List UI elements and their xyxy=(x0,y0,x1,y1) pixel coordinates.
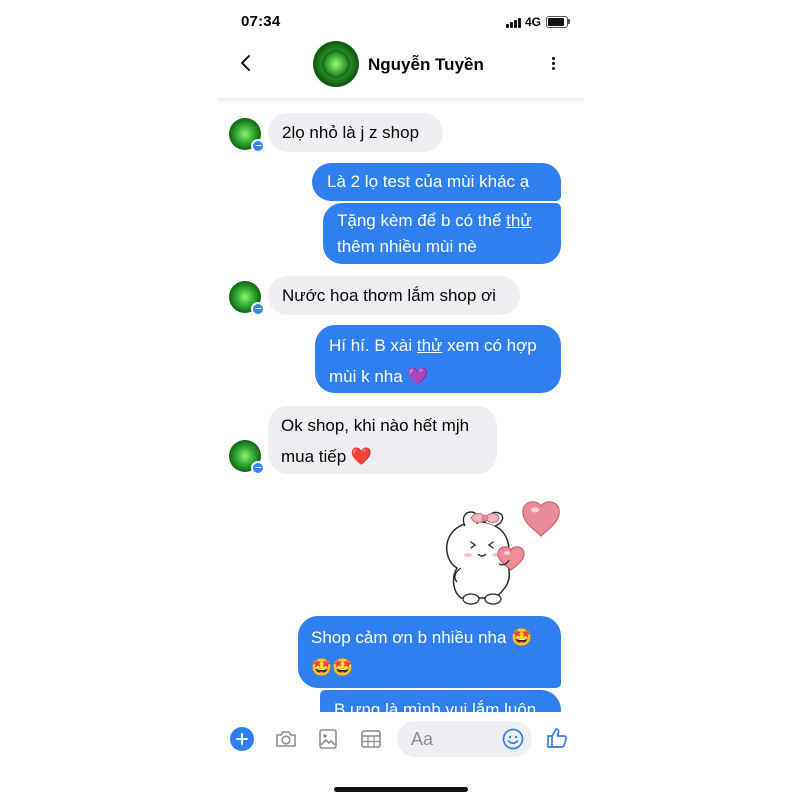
message-text-line-1: Hí hí. B xài thử xem có hợp xyxy=(329,336,537,355)
message-text-line-1: Ok shop, khi nào hết mjh xyxy=(281,416,470,435)
message-bubble-incoming[interactable]: Nước hoa thơm lắm shop ơi xyxy=(268,276,520,315)
network-type: 4G xyxy=(525,15,542,29)
message-text-line-1: Tặng kèm để b có thể thử xyxy=(337,211,532,230)
message-text-line-2: thêm nhiều mùi nè xyxy=(337,237,477,256)
messenger-badge-icon xyxy=(251,302,265,316)
signal-strength-icon xyxy=(506,18,523,28)
message-text: Là 2 lọ test của mùi khác ạ xyxy=(327,172,530,191)
thumbs-up-icon[interactable] xyxy=(545,726,569,750)
chat-header: Nguyễn Tuyền xyxy=(217,40,584,98)
message-text: Nước hoa thơm lắm shop ơi xyxy=(282,286,496,305)
contact-avatar-small[interactable] xyxy=(229,118,265,153)
message-text-line-1: Shop cảm ơn b nhiều nha 🤩 xyxy=(311,628,533,647)
contact-name[interactable]: Nguyễn Tuyền xyxy=(368,55,484,75)
messenger-badge-icon xyxy=(251,461,265,475)
message-bubble-outgoing[interactable]: Tặng kèm để b có thể thử thêm nhiều mùi … xyxy=(323,203,561,264)
contact-avatar[interactable] xyxy=(313,41,359,87)
battery-cap xyxy=(568,19,570,24)
emoji-icon[interactable] xyxy=(501,727,525,751)
contact-avatar-small[interactable] xyxy=(229,281,265,316)
header-divider xyxy=(217,98,584,104)
underlined-word[interactable]: thử xyxy=(417,336,443,355)
gallery-icon[interactable] xyxy=(316,727,340,751)
plus-icon[interactable] xyxy=(230,727,254,751)
back-button[interactable] xyxy=(235,52,257,74)
more-options-button[interactable] xyxy=(547,53,559,75)
message-input-placeholder: Aa xyxy=(411,729,434,749)
messenger-chat-screen: 07:34 4G Nguyễn Tuyền 2lọ nhỏ là j z sho… xyxy=(217,0,584,800)
message-bubble-outgoing[interactable]: Là 2 lọ test của mùi khác ạ xyxy=(312,163,561,201)
sticker-grid-icon[interactable] xyxy=(359,727,383,751)
chevron-left-icon xyxy=(241,55,250,71)
message-bubble-incoming[interactable]: Ok shop, khi nào hết mjh mua tiếp ❤️ xyxy=(268,406,497,474)
contact-avatar-small[interactable] xyxy=(229,440,265,475)
status-bar: 07:34 4G xyxy=(217,0,584,40)
home-indicator[interactable] xyxy=(334,787,468,792)
status-time: 07:34 xyxy=(241,13,281,30)
message-text-line-2: mùi k nha 💜 xyxy=(329,367,429,386)
sticker-image xyxy=(445,501,560,605)
message-bubble-outgoing[interactable]: Hí hí. B xài thử xem có hợp mùi k nha 💜 xyxy=(315,325,561,393)
message-bubble-incoming[interactable]: 2lọ nhỏ là j z shop xyxy=(268,113,443,152)
bunny-with-hearts-sticker[interactable] xyxy=(441,498,567,608)
message-text-line-2: mua tiếp ❤️ xyxy=(281,447,373,466)
message-text: 2lọ nhỏ là j z shop xyxy=(282,123,420,142)
message-text-line-2: 🤩🤩 xyxy=(311,658,354,677)
underlined-word[interactable]: thử xyxy=(506,211,532,230)
battery-icon xyxy=(546,16,568,28)
messenger-badge-icon xyxy=(251,139,265,153)
camera-icon[interactable] xyxy=(274,727,298,751)
message-bubble-outgoing[interactable]: Shop cảm ơn b nhiều nha 🤩 🤩🤩 xyxy=(298,616,561,688)
message-composer: Aa xyxy=(217,712,584,768)
message-input[interactable]: Aa xyxy=(397,721,532,757)
